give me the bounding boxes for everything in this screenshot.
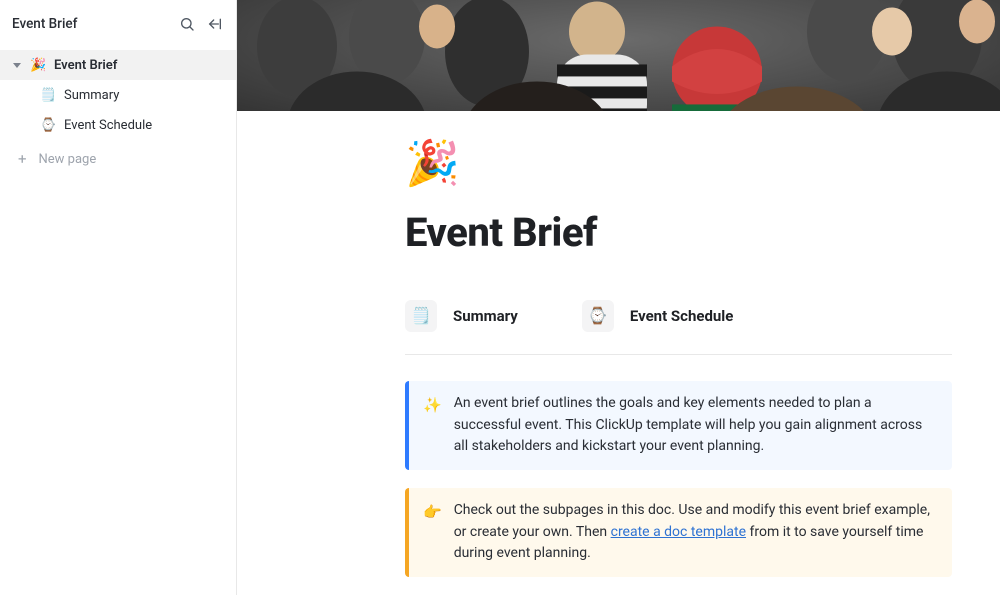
sidebar-header: Event Brief bbox=[0, 0, 236, 46]
subpage-link-event-schedule[interactable]: ⌚ Event Schedule bbox=[582, 300, 734, 332]
sidebar-nav: 🎉 Event Brief 🗒️ Summary ⌚ Event Schedul… bbox=[0, 46, 236, 178]
party-popper-icon: 🎉 bbox=[30, 58, 46, 73]
sidebar-item-label: Event Brief bbox=[54, 58, 226, 73]
sidebar-header-actions bbox=[178, 15, 224, 33]
page-title[interactable]: Event Brief bbox=[405, 209, 952, 256]
sidebar-item-event-brief[interactable]: 🎉 Event Brief bbox=[0, 50, 236, 80]
callout-text: An event brief outlines the goals and ke… bbox=[454, 393, 936, 458]
collapse-sidebar-icon[interactable] bbox=[206, 15, 224, 33]
watch-icon: ⌚ bbox=[40, 118, 56, 133]
new-page-label: New page bbox=[39, 152, 97, 167]
sidebar-item-event-schedule[interactable]: ⌚ Event Schedule bbox=[0, 110, 236, 140]
callout-tip[interactable]: 👉 Check out the subpages in this doc. Us… bbox=[405, 488, 952, 577]
callout-text: Check out the subpages in this doc. Use … bbox=[454, 500, 936, 565]
sparkles-icon: ✨ bbox=[423, 394, 442, 458]
subpages-row: 🗒️ Summary ⌚ Event Schedule bbox=[405, 300, 952, 355]
watch-icon: ⌚ bbox=[582, 300, 614, 332]
pointing-right-icon: 👉 bbox=[423, 501, 442, 565]
page-icon[interactable]: 🎉 bbox=[405, 141, 952, 185]
sidebar-item-label: Event Schedule bbox=[64, 118, 226, 133]
subpage-label: Summary bbox=[453, 307, 518, 325]
search-icon[interactable] bbox=[178, 15, 196, 33]
notepad-icon: 🗒️ bbox=[405, 300, 437, 332]
sidebar: Event Brief 🎉 Event Brief 🗒️ Summ bbox=[0, 0, 237, 595]
plus-icon: + bbox=[18, 152, 27, 167]
app-root: Event Brief 🎉 Event Brief 🗒️ Summ bbox=[0, 0, 1000, 595]
subpage-link-summary[interactable]: 🗒️ Summary bbox=[405, 300, 518, 332]
sidebar-item-label: Summary bbox=[64, 88, 226, 103]
cover-image[interactable] bbox=[237, 0, 1000, 111]
sidebar-item-summary[interactable]: 🗒️ Summary bbox=[0, 80, 236, 110]
main-content: 🎉 Event Brief 🗒️ Summary ⌚ Event Schedul… bbox=[237, 0, 1000, 595]
create-doc-template-link[interactable]: create a doc template bbox=[611, 524, 746, 540]
sidebar-title: Event Brief bbox=[12, 16, 77, 32]
new-page-button[interactable]: + New page bbox=[0, 144, 236, 174]
caret-down-icon[interactable] bbox=[12, 61, 22, 69]
doc-body: 🎉 Event Brief 🗒️ Summary ⌚ Event Schedul… bbox=[237, 111, 1000, 595]
subpage-label: Event Schedule bbox=[630, 307, 734, 325]
callout-info[interactable]: ✨ An event brief outlines the goals and … bbox=[405, 381, 952, 470]
notepad-icon: 🗒️ bbox=[40, 88, 56, 103]
